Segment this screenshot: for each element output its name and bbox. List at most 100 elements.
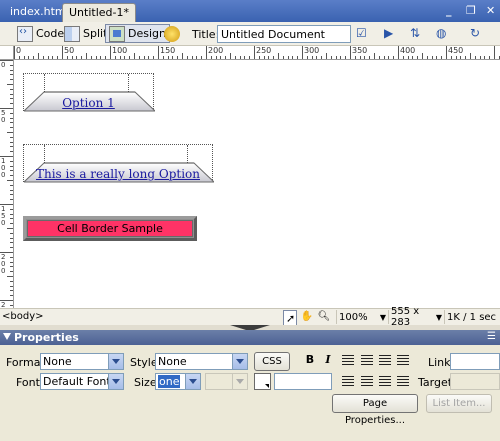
font-select[interactable]: Default Font: [40, 373, 124, 390]
align-center-icon[interactable]: [361, 355, 373, 365]
design-view-button[interactable]: Design: [105, 24, 170, 43]
ruler-tick: [182, 53, 183, 59]
unordered-list-icon[interactable]: [342, 376, 354, 386]
ruler-number: 250: [256, 46, 272, 55]
hand-tool-icon[interactable]: ✋: [300, 310, 314, 324]
ruler-tick: [446, 46, 447, 59]
ruler-tick: [48, 56, 49, 59]
ruler-tick: [206, 46, 207, 59]
ruler-tick: [398, 46, 399, 59]
expand-triangle-icon: [3, 333, 11, 340]
ruler-tick: [10, 175, 13, 176]
italic-button[interactable]: I: [321, 353, 335, 367]
live-data-icon[interactable]: [164, 26, 180, 42]
ruler-tick: [216, 56, 217, 59]
code-view-icon: [17, 25, 33, 42]
horizontal-ruler[interactable]: 0 50 100 150 200 250 300 350 400 450: [14, 46, 500, 60]
ruler-tick: [10, 113, 13, 114]
option1-table[interactable]: Option 1: [23, 73, 155, 112]
ruler-tick: [374, 53, 375, 59]
ruler-tick: [10, 118, 13, 119]
ordered-list-icon[interactable]: [361, 376, 373, 386]
ruler-tick: [115, 56, 116, 59]
align-justify-icon[interactable]: [397, 355, 409, 365]
ruler-tick: [254, 46, 255, 59]
align-left-icon[interactable]: [342, 355, 354, 365]
ruler-origin[interactable]: [0, 46, 14, 60]
split-view-button[interactable]: Split: [60, 24, 111, 43]
chevron-down-icon: [232, 354, 247, 369]
format-select[interactable]: None: [40, 353, 124, 370]
cell-border-sample-label[interactable]: Cell Border Sample: [27, 220, 193, 237]
ruler-tick: [10, 238, 13, 239]
ruler-tick: [10, 190, 13, 191]
ruler-number: 400: [400, 46, 416, 55]
ruler-tick: [408, 56, 409, 59]
ruler-tick: [10, 166, 13, 167]
long-option-table[interactable]: This is a really long Option: [23, 144, 214, 183]
text-color-field[interactable]: [274, 373, 332, 390]
preview-browser-icon[interactable]: ▶: [384, 26, 406, 42]
text-color-swatch[interactable]: [254, 373, 271, 390]
design-view-icon: [109, 25, 125, 42]
ruler-tick: [10, 223, 13, 224]
long-option-link[interactable]: This is a really long Option: [24, 167, 212, 181]
validate-markup-icon[interactable]: ☑: [356, 26, 378, 42]
ruler-tick: [168, 56, 169, 59]
ruler-tick: [10, 242, 13, 243]
zoom-tool-icon[interactable]: 🔍︎: [317, 310, 331, 324]
ruler-tick: [10, 161, 13, 162]
chevron-down-icon: ▼: [379, 312, 386, 322]
close-icon[interactable]: ✕: [486, 4, 495, 17]
link-field[interactable]: [450, 353, 500, 370]
ruler-tick: [441, 56, 442, 59]
align-right-icon[interactable]: [379, 355, 391, 365]
minimize-icon[interactable]: _: [446, 4, 452, 17]
ruler-tick: [475, 56, 476, 59]
ruler-tick: [10, 142, 13, 143]
ruler-tick: [10, 185, 13, 186]
style-select[interactable]: None: [155, 353, 248, 370]
indent-icon[interactable]: [397, 376, 409, 386]
ruler-tick: [153, 56, 154, 59]
ruler-tick: [393, 56, 394, 59]
ruler-tick: [10, 286, 13, 287]
format-label: Format: [6, 356, 45, 369]
ruler-tick: [10, 271, 13, 272]
ruler-tick: [273, 56, 274, 59]
browser-globe-icon[interactable]: ◍: [436, 26, 458, 42]
ruler-tick: [43, 56, 44, 59]
ruler-tick: [350, 46, 351, 59]
title-field[interactable]: [217, 25, 351, 43]
ruler-tick: [225, 56, 226, 59]
ruler-tick: [10, 199, 13, 200]
ruler-tick: [10, 127, 13, 128]
refresh-icon[interactable]: ↻: [470, 26, 492, 42]
window-size-select[interactable]: 555 x 283 ▼: [388, 306, 444, 328]
design-canvas[interactable]: Option 1 This is a really long Option Ce…: [14, 60, 500, 308]
cell-border-sample-table[interactable]: Cell Border Sample: [23, 216, 197, 241]
ruler-tick: [283, 56, 284, 59]
ruler-tick: [388, 56, 389, 59]
size-select[interactable]: one: [155, 373, 201, 390]
chevron-down-icon: [108, 354, 123, 369]
file-management-icon[interactable]: ⇅: [410, 26, 432, 42]
ruler-tick: [364, 56, 365, 59]
css-button[interactable]: CSS: [254, 352, 290, 371]
tab-untitled[interactable]: Untitled-1*: [62, 3, 136, 22]
tag-selector-body[interactable]: <body>: [2, 311, 44, 322]
zoom-select[interactable]: 100% ▼: [336, 310, 388, 324]
ruler-tick: [326, 53, 327, 59]
page-properties-button[interactable]: Page Properties...: [332, 394, 418, 426]
ruler-tick: [10, 233, 13, 234]
option1-link[interactable]: Option 1: [24, 96, 153, 110]
properties-panel-header[interactable]: Properties ☰: [0, 330, 500, 345]
panel-options-icon[interactable]: ☰: [487, 331, 496, 342]
restore-icon[interactable]: ❐: [466, 4, 476, 17]
ruler-tick: [10, 137, 13, 138]
ruler-tick: [192, 56, 193, 59]
ruler-tick: [336, 56, 337, 59]
vertical-ruler[interactable]: 050100150200250: [0, 60, 14, 308]
bold-button[interactable]: B: [303, 353, 317, 367]
outdent-icon[interactable]: [379, 376, 391, 386]
